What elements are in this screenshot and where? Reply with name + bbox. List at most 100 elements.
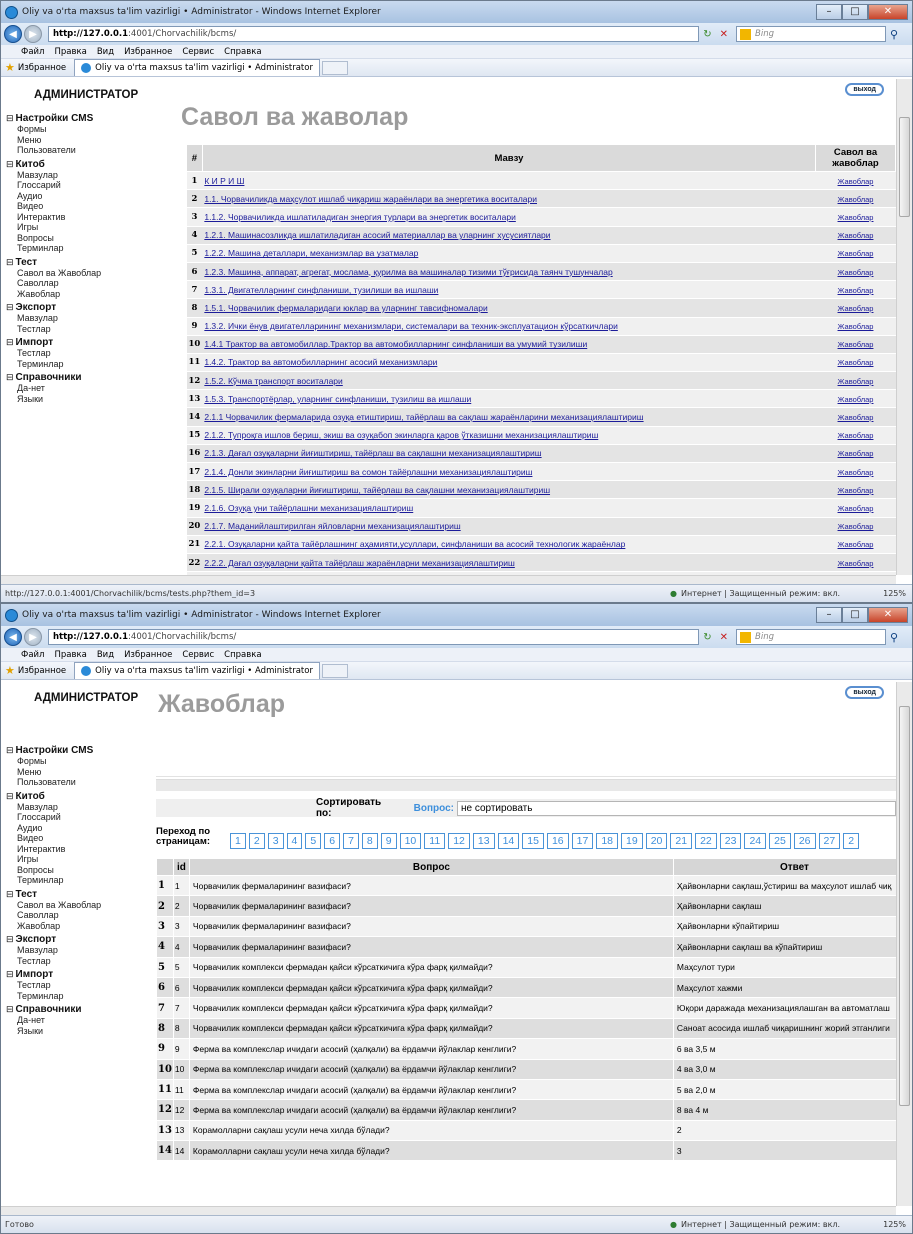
nav-export-mavzular[interactable]: Мавзулар bbox=[6, 945, 173, 956]
menu-file[interactable]: Файл bbox=[21, 47, 44, 57]
sec-reference[interactable]: Справочники bbox=[6, 372, 173, 383]
table-row[interactable]: 4 4 Чорвачилик фермаларининг вазифаси? Ҳайв… bbox=[156, 936, 896, 958]
nav-audio[interactable]: Аудио bbox=[6, 191, 173, 202]
nav-export-tests[interactable]: Тестлар bbox=[6, 956, 173, 967]
stop-icon[interactable]: ✕ bbox=[720, 29, 728, 40]
answers-link[interactable]: Жавоблар bbox=[838, 231, 874, 240]
nav-savollar[interactable]: Саволлар bbox=[6, 278, 173, 289]
nav-export-mavzular[interactable]: Мавзулар bbox=[6, 313, 173, 324]
page-link[interactable]: 23 bbox=[719, 833, 742, 849]
sec-cms[interactable]: Настройки CMS bbox=[6, 113, 173, 124]
topic-link[interactable]: 2.2.1. Озуқаларни қайта тайёрлашнинг аҳа… bbox=[204, 539, 625, 549]
close-button[interactable]: ✕ bbox=[868, 607, 908, 623]
nav-import-tests[interactable]: Тестлар bbox=[6, 980, 173, 991]
answers-link[interactable]: Жавоблар bbox=[838, 540, 874, 549]
table-row[interactable]: 14 14 Корамолларни сақлаш усули неча хилда… bbox=[156, 1140, 896, 1162]
answers-link[interactable]: Жавоблар bbox=[838, 486, 874, 495]
nav-import-tests[interactable]: Тестлар bbox=[6, 348, 173, 359]
page-link[interactable]: 22 bbox=[695, 833, 717, 849]
page-link[interactable]: 7 bbox=[343, 833, 359, 849]
nav-javoblar[interactable]: Жавоблар bbox=[6, 289, 173, 300]
table-row[interactable]: 12 12 Ферма ва комплекслар ичидаги асосий … bbox=[156, 1099, 896, 1121]
search-icon[interactable]: ⚲ bbox=[890, 28, 912, 41]
sort-select[interactable]: не сортировать bbox=[456, 800, 896, 816]
menu-tools[interactable]: Сервис bbox=[182, 47, 214, 57]
table-row[interactable]: 1 1 Чорвачилик фермаларининг вазифаси? Ҳайв… bbox=[156, 874, 896, 897]
nav-users[interactable]: Пользователи bbox=[6, 777, 173, 788]
page-link[interactable]: 8 bbox=[361, 833, 378, 849]
topic-link[interactable]: 1.3.2. Ички ёнув двигателларининг механи… bbox=[204, 321, 618, 331]
answers-link[interactable]: Жавоблар bbox=[838, 358, 874, 367]
nav-interactive[interactable]: Интерактив bbox=[6, 212, 173, 223]
nav-languages[interactable]: Языки bbox=[6, 1026, 173, 1037]
answers-link[interactable]: Жавоблар bbox=[838, 213, 874, 222]
answers-link[interactable]: Жавоблар bbox=[838, 340, 874, 349]
scroll-thumb[interactable] bbox=[899, 706, 910, 1106]
page-link[interactable]: 4 bbox=[286, 833, 303, 849]
nav-mavzular[interactable]: Мавзулар bbox=[6, 802, 173, 813]
table-row[interactable]: 3 3 Чорвачилик фермаларининг вазифаси? Ҳайв… bbox=[156, 915, 896, 938]
exit-button[interactable]: выход bbox=[845, 686, 884, 699]
page-link[interactable]: 26 bbox=[793, 833, 816, 849]
nav-export-tests[interactable]: Тестлар bbox=[6, 324, 173, 335]
sec-export[interactable]: Экспорт bbox=[6, 934, 173, 945]
nav-video[interactable]: Видео bbox=[6, 833, 173, 844]
answers-link[interactable]: Жавоблар bbox=[838, 195, 874, 204]
sec-cms[interactable]: Настройки CMS bbox=[6, 745, 173, 756]
vertical-scrollbar[interactable] bbox=[896, 79, 912, 575]
page-link[interactable]: 20 bbox=[645, 833, 668, 849]
scroll-thumb[interactable] bbox=[899, 117, 910, 217]
page-link[interactable]: 21 bbox=[670, 833, 693, 849]
nav-import-terms[interactable]: Терминлар bbox=[6, 991, 173, 1002]
table-row[interactable]: 11 11 Ферма ва комплекслар ичидаги асосий … bbox=[156, 1078, 896, 1101]
nav-questions[interactable]: Вопросы bbox=[6, 233, 173, 244]
table-row[interactable]: 10 10 Ферма ва комплекслар ичидаги асосий … bbox=[156, 1058, 896, 1080]
topic-link[interactable]: 1.5.2. Кўчма транспорт воситалари bbox=[204, 376, 342, 386]
search-input[interactable]: Bing bbox=[736, 26, 886, 42]
topic-link[interactable]: 2.1.7. Маданийлаштирилган яйловларни мех… bbox=[204, 521, 460, 531]
nav-yes-no[interactable]: Да-нет bbox=[6, 383, 173, 394]
nav-users[interactable]: Пользователи bbox=[6, 145, 173, 156]
nav-games[interactable]: Игры bbox=[6, 222, 173, 233]
topic-link[interactable]: 2.2.2. Дағал озуқаларни қайта тайёрлаш ж… bbox=[204, 558, 515, 568]
table-row[interactable]: 7 7 Чорвачилик комплекси фермадан қайси кў… bbox=[156, 997, 896, 1019]
sec-test[interactable]: Тест bbox=[6, 257, 173, 268]
page-link[interactable]: 2 bbox=[843, 833, 860, 849]
page-link[interactable]: 24 bbox=[744, 833, 767, 849]
topic-link[interactable]: 2.1.4. Донли экинларни йиғиштириш ва сом… bbox=[204, 467, 532, 477]
page-link[interactable]: 15 bbox=[522, 833, 544, 849]
topic-link[interactable]: 2.1.3. Дағал озуқаларни йиғиштириш, тайё… bbox=[204, 448, 541, 458]
menu-help[interactable]: Справка bbox=[224, 650, 261, 660]
page-link[interactable]: 6 bbox=[324, 833, 341, 849]
nav-menu[interactable]: Меню bbox=[6, 767, 173, 778]
close-button[interactable]: ✕ bbox=[868, 4, 908, 20]
sec-reference[interactable]: Справочники bbox=[6, 1004, 173, 1015]
table-row[interactable]: 6 6 Чорвачилик комплекси фермадан қайси кў… bbox=[156, 976, 896, 999]
answers-link[interactable]: Жавоблар bbox=[838, 449, 874, 458]
nav-forms[interactable]: Формы bbox=[6, 756, 173, 767]
answers-link[interactable]: Жавоблар bbox=[838, 377, 874, 386]
topic-link[interactable]: 1.2.3. Машина, аппарат, агрегат, мослама… bbox=[204, 267, 612, 277]
back-button[interactable]: ◀ bbox=[4, 25, 22, 43]
menu-view[interactable]: Вид bbox=[97, 47, 114, 57]
sec-test[interactable]: Тест bbox=[6, 889, 173, 900]
nav-qa[interactable]: Савол ва Жавоблар bbox=[6, 268, 173, 279]
menu-favorites[interactable]: Избранное bbox=[124, 650, 172, 660]
maximize-button[interactable]: □ bbox=[842, 4, 868, 20]
refresh-icon[interactable]: ↻ bbox=[703, 632, 711, 643]
refresh-icon[interactable]: ↻ bbox=[703, 29, 711, 40]
page-link[interactable]: 19 bbox=[621, 833, 643, 849]
answers-link[interactable]: Жавоблар bbox=[838, 177, 874, 186]
table-row[interactable]: 13 13 Корамолларни сақлаш усули неча хилда… bbox=[156, 1119, 896, 1142]
nav-glossary[interactable]: Глоссарий bbox=[6, 180, 173, 191]
nav-yes-no[interactable]: Да-нет bbox=[6, 1015, 173, 1026]
search-icon[interactable]: ⚲ bbox=[890, 631, 912, 644]
page-link[interactable]: 14 bbox=[497, 833, 520, 849]
forward-button[interactable]: ▶ bbox=[24, 628, 42, 646]
answers-link[interactable]: Жавоблар bbox=[838, 249, 874, 258]
maximize-button[interactable]: □ bbox=[842, 607, 868, 623]
topic-link[interactable]: 2.1.2. Тупроқга ишлов бериш, экиш ва озу… bbox=[204, 430, 598, 440]
page-link[interactable]: 16 bbox=[546, 833, 569, 849]
nav-audio[interactable]: Аудио bbox=[6, 823, 173, 834]
answers-link[interactable]: Жавоблар bbox=[838, 431, 874, 440]
